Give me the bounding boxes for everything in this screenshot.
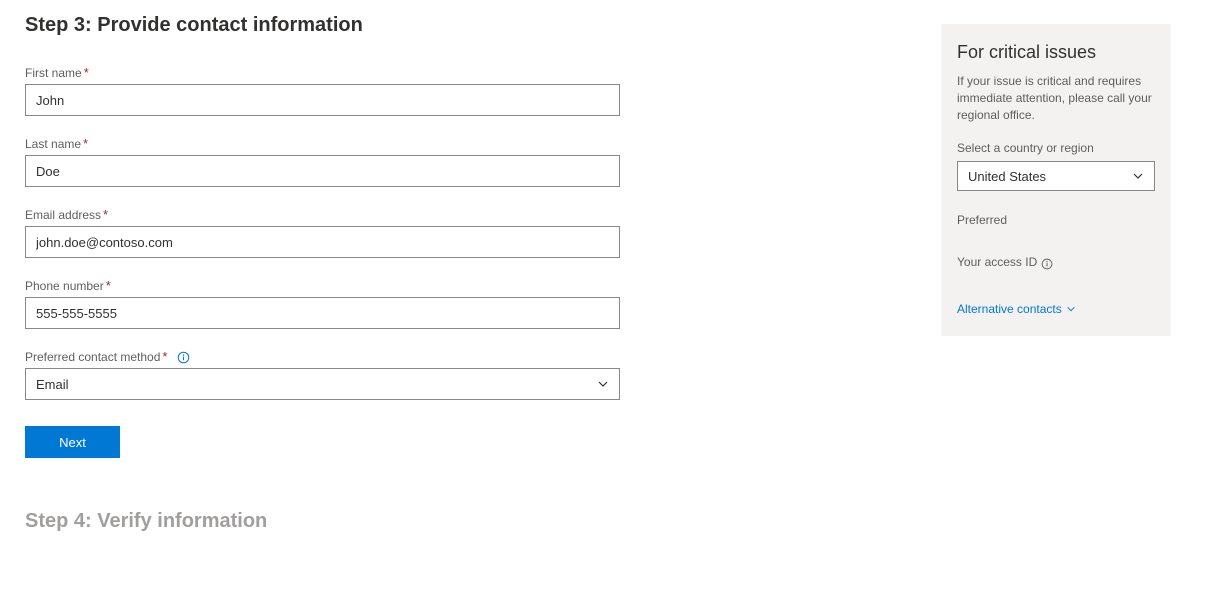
- first-name-input-wrapper[interactable]: [25, 84, 620, 116]
- alternative-contacts-link[interactable]: Alternative contacts: [957, 302, 1076, 316]
- required-indicator: *: [103, 207, 108, 222]
- email-field: Email address*: [25, 207, 625, 258]
- email-input[interactable]: [36, 235, 609, 250]
- phone-label: Phone number: [25, 279, 104, 293]
- contact-method-field: Preferred contact method* Email: [25, 349, 625, 400]
- region-select[interactable]: United States: [957, 161, 1155, 191]
- sidebar-description: If your issue is critical and requires i…: [957, 73, 1155, 123]
- first-name-input[interactable]: [36, 93, 609, 108]
- required-indicator: *: [162, 349, 167, 364]
- region-label: Select a country or region: [957, 141, 1155, 155]
- phone-input[interactable]: [36, 306, 609, 321]
- required-indicator: *: [106, 278, 111, 293]
- first-name-label: First name: [25, 66, 82, 80]
- last-name-input-wrapper[interactable]: [25, 155, 620, 187]
- step3-heading: Step 3: Provide contact information: [25, 14, 625, 37]
- next-button[interactable]: Next: [25, 426, 120, 458]
- preferred-label: Preferred: [957, 213, 1155, 227]
- critical-issues-panel: For critical issues If your issue is cri…: [941, 24, 1171, 336]
- contact-method-select[interactable]: Email: [25, 368, 620, 400]
- required-indicator: *: [84, 65, 89, 80]
- chevron-down-icon: [1066, 304, 1076, 314]
- sidebar-heading: For critical issues: [957, 42, 1155, 63]
- alternative-contacts-label: Alternative contacts: [957, 302, 1062, 316]
- contact-method-value: Email: [36, 377, 69, 392]
- preferred-block: Preferred: [957, 213, 1155, 227]
- info-icon[interactable]: [1041, 258, 1053, 270]
- access-id-label: Your access ID: [957, 255, 1037, 269]
- email-input-wrapper[interactable]: [25, 226, 620, 258]
- first-name-field: First name*: [25, 65, 625, 116]
- chevron-down-icon: [1132, 170, 1144, 182]
- chevron-down-icon: [597, 378, 609, 390]
- phone-input-wrapper[interactable]: [25, 297, 620, 329]
- contact-method-label: Preferred contact method: [25, 350, 160, 364]
- main-form-area: Step 3: Provide contact information Firs…: [25, 14, 625, 533]
- last-name-label: Last name: [25, 137, 81, 151]
- access-id-block: Your access ID: [957, 255, 1155, 273]
- required-indicator: *: [83, 136, 88, 151]
- last-name-field: Last name*: [25, 136, 625, 187]
- region-value: United States: [968, 169, 1046, 184]
- phone-field: Phone number*: [25, 278, 625, 329]
- last-name-input[interactable]: [36, 164, 609, 179]
- step4-heading: Step 4: Verify information: [25, 510, 625, 533]
- info-icon[interactable]: [177, 351, 190, 364]
- email-label: Email address: [25, 208, 101, 222]
